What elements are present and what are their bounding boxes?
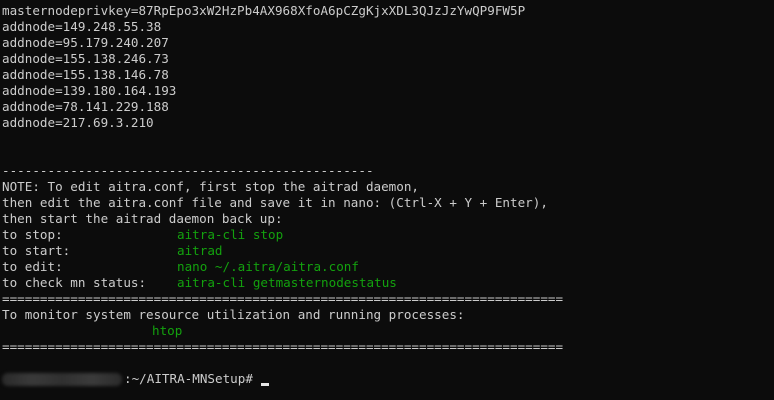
redacted-hostname: [2, 372, 122, 386]
addnode-line: addnode=155.138.146.78: [2, 67, 169, 82]
command-row-start: to start: aitrad: [2, 243, 774, 259]
command-text: nano ~/.aitra/aitra.conf: [177, 259, 359, 274]
command-label: to start:: [2, 243, 71, 258]
monitor-text: To monitor system resource utilization a…: [2, 307, 465, 322]
text-cursor: [260, 382, 269, 386]
addnode-line: addnode=139.180.164.193: [2, 83, 177, 98]
addnode-line: addnode=149.248.55.38: [2, 19, 162, 34]
monitor-command: htop: [152, 323, 183, 338]
addnode-line: addnode=217.69.3.210: [2, 115, 154, 130]
masternode-key-line: masternodeprivkey=87RpEpo3xW2HzPb4AX968X…: [2, 3, 526, 18]
dash-separator: ----------------------------------------…: [2, 163, 374, 178]
monitor-command-row: htop: [2, 323, 774, 339]
addnode-line: addnode=155.138.246.73: [2, 51, 169, 66]
prompt-path: :~/AITRA-MNSetup#: [124, 371, 253, 386]
command-row-stop: to stop: aitra-cli stop: [2, 227, 774, 243]
command-row-edit: to edit: nano ~/.aitra/aitra.conf: [2, 259, 774, 275]
shell-prompt[interactable]: :~/AITRA-MNSetup#: [2, 371, 774, 387]
addnode-line: addnode=95.179.240.207: [2, 35, 169, 50]
addnode-line: addnode=78.141.229.188: [2, 99, 169, 114]
note-line: then edit the aitra.conf file and save i…: [2, 195, 548, 210]
command-label: to stop:: [2, 227, 63, 242]
command-label: to check mn status:: [2, 275, 147, 290]
equals-separator: ========================================…: [2, 339, 564, 354]
note-line: then start the aitrad daemon back up:: [2, 211, 283, 226]
command-text: aitra-cli stop: [177, 227, 284, 242]
equals-separator: ========================================…: [2, 291, 564, 306]
command-text: aitra-cli getmasternodestatus: [177, 275, 397, 290]
command-text: aitrad: [177, 243, 223, 258]
terminal-window[interactable]: masternodeprivkey=87RpEpo3xW2HzPb4AX968X…: [2, 3, 774, 400]
note-line: NOTE: To edit aitra.conf, first stop the…: [2, 179, 420, 194]
command-label: to edit:: [2, 259, 63, 274]
command-row-status: to check mn status: aitra-cli getmasterno…: [2, 275, 774, 291]
